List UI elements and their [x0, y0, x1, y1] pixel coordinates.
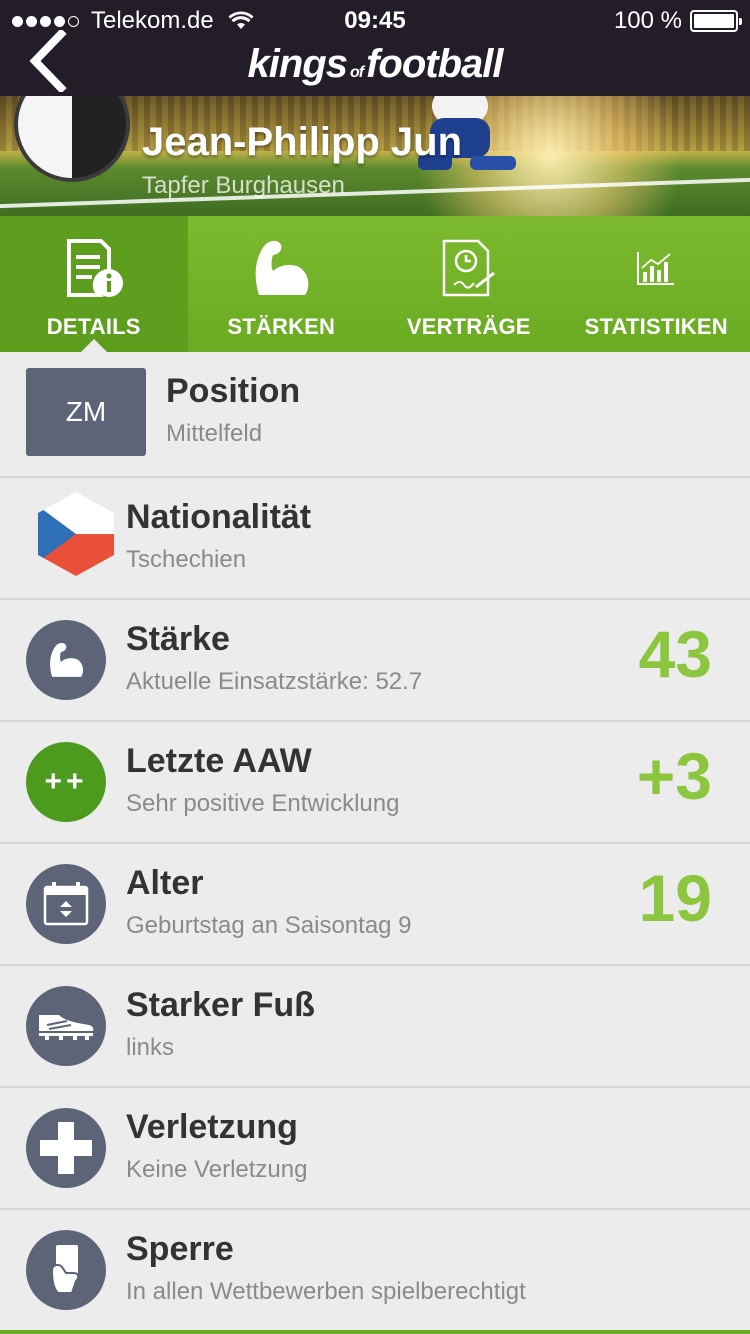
tab-statistiken[interactable]: STATISTIKEN [563, 216, 750, 352]
row-value: 19 [638, 861, 712, 935]
details-icon [66, 239, 123, 297]
details-list: ZM Position Mittelfeld Nationalität Tsch… [0, 352, 750, 1332]
battery-icon [690, 10, 742, 32]
list-item-sperre: Sperre In allen Wettbewerben spielberech… [0, 1210, 750, 1332]
row-title: Starker Fuß [126, 986, 315, 1024]
boot-icon [26, 986, 106, 1066]
position-badge: ZM [26, 368, 146, 456]
club-logo [14, 96, 130, 182]
tab-vertraege-label: VERTRÄGE [406, 314, 531, 339]
bicep-icon [26, 620, 106, 700]
tab-bar: DETAILS STÄRKEN VERTRÄGE STATISTIKEN [0, 216, 750, 353]
row-subtitle: Aktuelle Einsatzstärke: 52.7 [126, 668, 423, 695]
czech-flag-icon [38, 492, 114, 576]
status-right: 100 % [613, 7, 742, 35]
player-name: Jean-Philipp Jun [142, 120, 463, 164]
row-value: 43 [638, 617, 712, 691]
tab-statistiken-label: STATISTIKEN [584, 314, 728, 339]
battery-percent: 100 % [613, 7, 682, 34]
tab-staerken[interactable]: STÄRKEN [188, 216, 376, 352]
chart-icon [637, 252, 675, 285]
row-subtitle: Tschechien [126, 546, 247, 573]
red-card-icon [26, 1230, 106, 1310]
top-bar: Telekom.de 09:45 100 % kings offootball [0, 0, 750, 96]
status-bar: Telekom.de 09:45 100 % [0, 0, 750, 40]
tab-vertraege[interactable]: VERTRÄGE [375, 216, 563, 352]
tab-details[interactable]: DETAILS [0, 216, 188, 353]
list-item-staerke: Stärke Aktuelle Einsatzstärke: 52.7 43 [0, 600, 750, 722]
row-title: Sperre [126, 1230, 234, 1268]
row-value: +3 [636, 739, 712, 813]
row-title: Letzte AAW [126, 742, 312, 780]
row-title: Stärke [126, 620, 230, 658]
list-item-letzte-aaw: ++ Letzte AAW Sehr positive Entwicklung … [0, 722, 750, 844]
row-subtitle: links [126, 1034, 175, 1061]
logo-of: of [349, 63, 364, 81]
plus-plus-icon: ++ [26, 742, 106, 822]
logo-kings: kings [247, 42, 347, 86]
player-header: Jean-Philipp Jun Tapfer Burghausen [0, 96, 750, 216]
list-item-position: ZM Position Mittelfeld [0, 352, 750, 478]
row-title: Position [166, 372, 301, 410]
row-subtitle: Mittelfeld [166, 420, 263, 447]
medical-cross-icon [26, 1108, 106, 1188]
logo-football: football [366, 42, 503, 86]
bottom-accent-line [0, 1330, 750, 1334]
list-item-starker-fuss: Starker Fuß links [0, 966, 750, 1088]
row-title: Nationalität [126, 498, 312, 536]
row-subtitle: Sehr positive Entwicklung [126, 790, 400, 817]
row-subtitle: In allen Wettbewerben spielberechtigt [126, 1278, 526, 1305]
trend-badge: ++ [44, 765, 88, 798]
row-subtitle: Geburtstag an Saisontag 9 [126, 912, 412, 939]
list-item-alter: Alter Geburtstag an Saisontag 9 19 [0, 844, 750, 966]
list-item-nationality: Nationalität Tschechien [0, 478, 750, 600]
row-title: Verletzung [126, 1108, 298, 1146]
bicep-icon [255, 240, 309, 295]
row-title: Alter [126, 864, 204, 902]
tab-details-label: DETAILS [46, 314, 141, 339]
calendar-icon [26, 864, 106, 944]
list-item-verletzung: Verletzung Keine Verletzung [0, 1088, 750, 1210]
tab-staerken-label: STÄRKEN [227, 314, 336, 339]
contract-icon [442, 239, 495, 297]
row-subtitle: Keine Verletzung [126, 1156, 308, 1183]
app-logo: kings offootball [0, 42, 750, 87]
player-club: Tapfer Burghausen [142, 172, 345, 199]
